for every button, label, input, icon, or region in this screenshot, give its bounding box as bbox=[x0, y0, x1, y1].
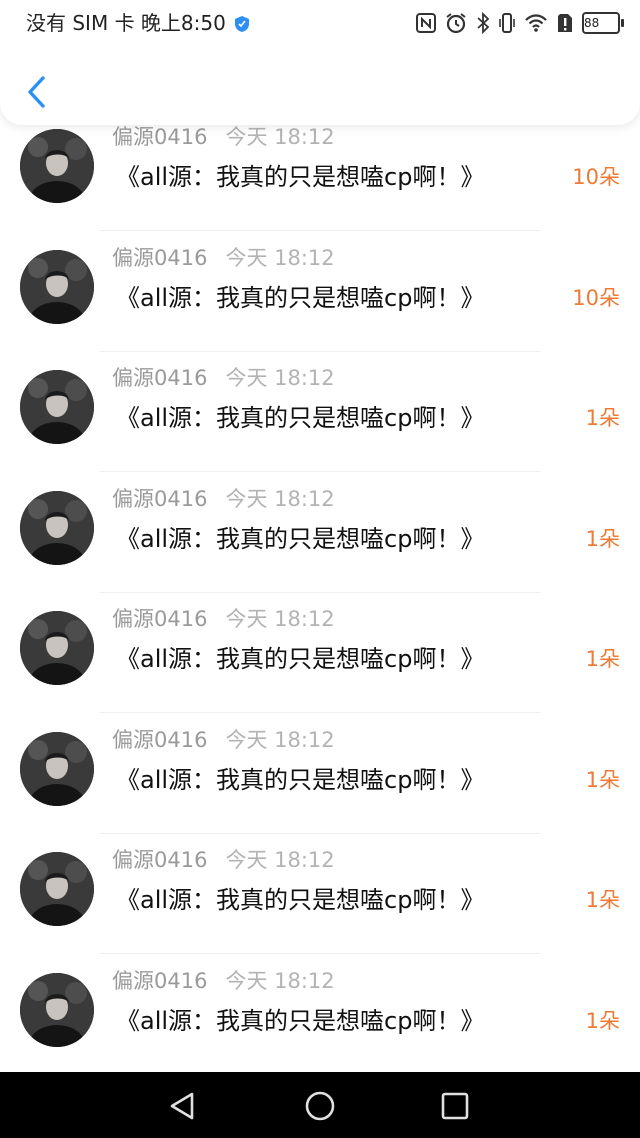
timestamp: 今天 18:12 bbox=[225, 125, 335, 149]
item-meta: 偏源0416 今天 18:12 bbox=[112, 846, 335, 874]
flower-count: 10朵 bbox=[572, 165, 620, 189]
username[interactable]: 偏源0416 bbox=[112, 125, 207, 149]
timestamp: 今天 18:12 bbox=[225, 607, 335, 631]
shield-icon bbox=[234, 13, 250, 39]
flower-count: 1朵 bbox=[585, 406, 620, 430]
flower-count: 1朵 bbox=[585, 888, 620, 912]
avatar[interactable] bbox=[20, 250, 94, 324]
list-item[interactable]: 偏源0416 今天 18:12 《all源：我真的只是想嗑cp啊！》 10朵 bbox=[0, 111, 640, 231]
divider bbox=[100, 953, 540, 954]
username[interactable]: 偏源0416 bbox=[112, 487, 207, 511]
username[interactable]: 偏源0416 bbox=[112, 607, 207, 631]
item-meta: 偏源0416 今天 18:12 bbox=[112, 726, 335, 754]
bluetooth-icon bbox=[476, 12, 490, 34]
item-meta: 偏源0416 今天 18:12 bbox=[112, 123, 335, 151]
top-bar: 没有 SIM 卡 晚上8:50 88 bbox=[0, 0, 640, 125]
status-bar-left: 没有 SIM 卡 晚上8:50 bbox=[26, 10, 250, 36]
list-item[interactable]: 偏源0416 今天 18:12 《all源：我真的只是想嗑cp啊！》 1朵 bbox=[0, 593, 640, 713]
flower-count: 10朵 bbox=[572, 286, 620, 310]
nfc-icon bbox=[416, 13, 436, 33]
timestamp: 今天 18:12 bbox=[225, 246, 335, 270]
recents-square-icon bbox=[441, 1092, 469, 1120]
username[interactable]: 偏源0416 bbox=[112, 246, 207, 270]
flower-count: 1朵 bbox=[585, 647, 620, 671]
alarm-icon bbox=[445, 12, 467, 34]
avatar[interactable] bbox=[20, 852, 94, 926]
avatar[interactable] bbox=[20, 491, 94, 565]
divider bbox=[100, 230, 540, 231]
divider bbox=[100, 712, 540, 713]
home-circle-icon bbox=[305, 1091, 335, 1121]
username[interactable]: 偏源0416 bbox=[112, 969, 207, 993]
avatar[interactable] bbox=[20, 370, 94, 444]
item-meta: 偏源0416 今天 18:12 bbox=[112, 605, 335, 633]
list-item[interactable]: 偏源0416 今天 18:12 《all源：我真的只是想嗑cp啊！》 1朵 bbox=[0, 714, 640, 834]
sim-alert-icon bbox=[557, 13, 573, 33]
list-item[interactable]: 偏源0416 今天 18:12 《all源：我真的只是想嗑cp啊！》 1朵 bbox=[0, 352, 640, 472]
flower-count: 1朵 bbox=[585, 768, 620, 792]
item-meta: 偏源0416 今天 18:12 bbox=[112, 967, 335, 995]
username[interactable]: 偏源0416 bbox=[112, 728, 207, 752]
status-bar-right: 88 bbox=[416, 9, 624, 37]
timestamp: 今天 18:12 bbox=[225, 366, 335, 390]
list-item[interactable]: 偏源0416 今天 18:12 《all源：我真的只是想嗑cp啊！》 10朵 bbox=[0, 232, 640, 352]
username[interactable]: 偏源0416 bbox=[112, 848, 207, 872]
back-button[interactable] bbox=[16, 70, 56, 114]
flower-count: 1朵 bbox=[585, 527, 620, 551]
list-item[interactable]: 偏源0416 今天 18:12 《all源：我真的只是想嗑cp啊！》 1朵 bbox=[0, 955, 640, 1075]
avatar[interactable] bbox=[20, 129, 94, 203]
work-title[interactable]: 《all源：我真的只是想嗑cp啊！》 bbox=[116, 760, 484, 800]
avatar[interactable] bbox=[20, 973, 94, 1047]
timestamp: 今天 18:12 bbox=[225, 969, 335, 993]
work-title[interactable]: 《all源：我真的只是想嗑cp啊！》 bbox=[116, 157, 484, 197]
divider bbox=[100, 471, 540, 472]
nav-recents-button[interactable] bbox=[435, 1086, 475, 1126]
work-title[interactable]: 《all源：我真的只是想嗑cp啊！》 bbox=[116, 519, 484, 559]
username[interactable]: 偏源0416 bbox=[112, 366, 207, 390]
chevron-left-icon bbox=[28, 76, 45, 108]
flower-count: 1朵 bbox=[585, 1009, 620, 1033]
item-meta: 偏源0416 今天 18:12 bbox=[112, 244, 335, 272]
back-triangle-icon bbox=[170, 1092, 194, 1120]
timestamp: 今天 18:12 bbox=[225, 487, 335, 511]
screen: 偏源0416 今天 18:12 《all源：我真的只是想嗑cp啊！》 10朵 偏源041… bbox=[0, 0, 640, 1138]
work-title[interactable]: 《all源：我真的只是想嗑cp啊！》 bbox=[116, 639, 484, 679]
work-title[interactable]: 《all源：我真的只是想嗑cp啊！》 bbox=[116, 880, 484, 920]
item-meta: 偏源0416 今天 18:12 bbox=[112, 485, 335, 513]
work-title[interactable]: 《all源：我真的只是想嗑cp啊！》 bbox=[116, 398, 484, 438]
list-item[interactable]: 偏源0416 今天 18:12 《all源：我真的只是想嗑cp啊！》 1朵 bbox=[0, 473, 640, 593]
nav-back-button[interactable] bbox=[162, 1086, 202, 1126]
timestamp: 今天 18:12 bbox=[225, 728, 335, 752]
battery-icon: 88 bbox=[582, 12, 624, 34]
item-meta: 偏源0416 今天 18:12 bbox=[112, 364, 335, 392]
work-title[interactable]: 《all源：我真的只是想嗑cp啊！》 bbox=[116, 278, 484, 318]
avatar[interactable] bbox=[20, 611, 94, 685]
wifi-icon bbox=[524, 13, 548, 33]
work-title[interactable]: 《all源：我真的只是想嗑cp啊！》 bbox=[116, 1001, 484, 1041]
avatar[interactable] bbox=[20, 732, 94, 806]
status-text: 没有 SIM 卡 晚上8:50 bbox=[26, 11, 226, 35]
nav-home-button[interactable] bbox=[300, 1086, 340, 1126]
system-nav-bar bbox=[0, 1072, 640, 1138]
timestamp: 今天 18:12 bbox=[225, 848, 335, 872]
vibrate-icon bbox=[499, 12, 515, 34]
list-item[interactable]: 偏源0416 今天 18:12 《all源：我真的只是想嗑cp啊！》 1朵 bbox=[0, 834, 640, 954]
